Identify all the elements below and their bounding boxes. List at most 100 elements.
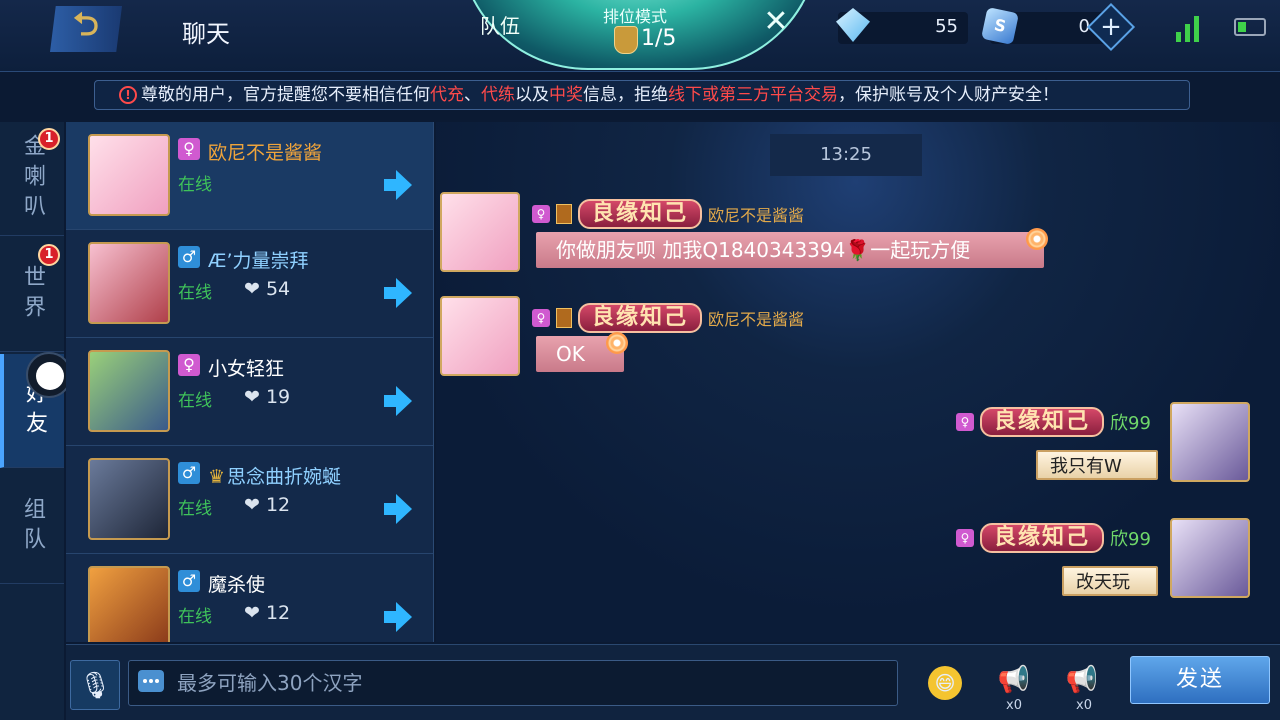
sender-name: 欧尼不是酱酱 xyxy=(708,310,805,329)
female-icon: ♀ xyxy=(532,309,550,327)
tab-team[interactable]: 组队 xyxy=(0,470,64,584)
online-status: 在线 xyxy=(178,283,212,303)
notice-highlight: 代充 xyxy=(430,85,464,105)
female-icon: ♀ xyxy=(532,205,550,223)
chat-bubble-icon xyxy=(138,670,164,692)
incoming-message[interactable]: 你做朋友呗 加我Q1840343394🌹一起玩方便 xyxy=(536,232,1044,268)
friend-list: ♀ 欧尼不是酱酱 在线 ♂ Æ’力量崇拜 在线 ❤ 54 ♀ 小女轻狂 在线 ❤… xyxy=(66,122,434,642)
notice-highlight: 线下或第三方平台交易 xyxy=(668,85,838,105)
send-button[interactable]: 发送 xyxy=(1130,656,1270,704)
intimacy-count: ❤ 12 xyxy=(244,602,291,624)
intimacy-count: ❤ 54 xyxy=(244,278,291,300)
swirl-icon xyxy=(1026,228,1048,250)
intimacy-count: ❤ 19 xyxy=(244,386,291,408)
title-badge: 良缘知己 xyxy=(578,303,703,333)
friend-name: 小女轻狂 xyxy=(208,358,285,380)
notice-text: 尊敬的用户，官方提醒您不要相信任何代充、代练以及中奖信息，拒绝线下或第三方平台交… xyxy=(141,81,1059,109)
avatar xyxy=(88,242,170,324)
avatar[interactable] xyxy=(440,192,520,272)
sender-name: 欣99 xyxy=(1110,413,1151,434)
diamond-value: 55 xyxy=(935,16,958,37)
notice-highlight: 代练 xyxy=(481,85,515,105)
gold-horn-count: x0 xyxy=(1006,698,1022,713)
outgoing-message[interactable]: 改天玩 xyxy=(1062,566,1158,596)
female-icon: ♀ xyxy=(956,413,974,431)
friend-row[interactable]: ♂ ♛ 思念曲折婉蜒 在线 ❤ 12 xyxy=(66,446,433,554)
unread-badge: 1 xyxy=(38,244,60,266)
avatar[interactable] xyxy=(440,296,520,376)
intimacy-count: ❤ 12 xyxy=(244,494,291,516)
friend-name: 魔杀使 xyxy=(208,574,266,596)
outgoing-message[interactable]: 我只有W xyxy=(1036,450,1158,480)
sender-name: 欣99 xyxy=(1110,529,1151,550)
avatar xyxy=(88,566,170,642)
notice-part: 以及 xyxy=(515,85,549,105)
notice-part: 尊敬的用户，官方提醒您不要相信任何 xyxy=(141,85,430,105)
notice-highlight: 中奖 xyxy=(549,85,583,105)
plus-icon[interactable]: + xyxy=(1094,10,1128,44)
male-icon: ♂ xyxy=(178,246,200,268)
silver-horn-count: x0 xyxy=(1076,698,1092,713)
security-notice: ! 尊敬的用户，官方提醒您不要相信任何代充、代练以及中奖信息，拒绝线下或第三方平… xyxy=(94,80,1190,110)
message-timestamp: 13:25 xyxy=(770,134,922,176)
warning-icon: ! xyxy=(119,86,137,104)
friend-row[interactable]: ♀ 小女轻狂 在线 ❤ 19 xyxy=(66,338,433,446)
arrow-right-icon[interactable] xyxy=(384,278,414,308)
mode-label: 排位模式 xyxy=(603,7,668,26)
voice-input-button[interactable]: 🎙 xyxy=(70,660,120,710)
arrow-right-icon[interactable] xyxy=(384,170,414,200)
sender-line: ♀ 良缘知己 欣99 xyxy=(956,523,1151,553)
title-badge: 良缘知己 xyxy=(578,199,703,229)
arrow-right-icon[interactable] xyxy=(384,494,414,524)
unread-badge: 1 xyxy=(38,128,60,150)
male-icon: ♂ xyxy=(178,570,200,592)
coupon-icon: S xyxy=(981,7,1019,45)
online-status: 在线 xyxy=(178,175,212,195)
arrow-right-icon[interactable] xyxy=(384,386,414,416)
sender-name: 欧尼不是酱酱 xyxy=(708,206,805,225)
silver-horn-icon[interactable]: 📢 xyxy=(1064,662,1100,698)
arrow-right-icon[interactable] xyxy=(384,602,414,632)
female-icon: ♀ xyxy=(956,529,974,547)
team-tab[interactable]: 队伍 xyxy=(480,10,520,39)
friend-row[interactable]: ♂ Æ’力量崇拜 在线 ❤ 54 xyxy=(66,230,433,338)
sender-line: ♀ 良缘知己 欣99 xyxy=(956,407,1151,437)
team-count: 1/5 xyxy=(641,26,677,51)
notice-part: 、 xyxy=(464,85,481,105)
rank-icon xyxy=(556,308,572,328)
tab-label: 组队 xyxy=(20,496,45,557)
friend-row[interactable]: ♀ 欧尼不是酱酱 在线 xyxy=(66,122,433,230)
title-badge: 良缘知己 xyxy=(980,407,1105,437)
friend-row[interactable]: ♂ 魔杀使 在线 ❤ 12 xyxy=(66,554,433,642)
message-input[interactable] xyxy=(128,660,898,706)
helmet-icon xyxy=(614,26,638,54)
channel-tabs: 金喇叭 世界 好友 组队 xyxy=(0,122,64,720)
avatar[interactable] xyxy=(1170,518,1250,598)
avatar[interactable] xyxy=(1170,402,1250,482)
friend-name: Æ’力量崇拜 xyxy=(208,250,309,272)
female-icon: ♀ xyxy=(178,138,200,160)
avatar xyxy=(88,350,170,432)
close-icon[interactable]: ✕ xyxy=(758,4,794,39)
battery-icon xyxy=(1234,18,1266,36)
emoji-button[interactable]: 😄 xyxy=(928,666,962,700)
sender-line: ♀ 良缘知己 欧尼不是酱酱 xyxy=(532,199,805,229)
swirl-icon xyxy=(606,332,628,354)
online-status: 在线 xyxy=(178,391,212,411)
microphone-icon: 🎙 xyxy=(78,671,112,701)
online-status: 在线 xyxy=(178,607,212,627)
gold-horn-icon[interactable]: 📢 xyxy=(996,662,1032,698)
online-status: 在线 xyxy=(178,499,212,519)
notice-part: 信息，拒绝 xyxy=(583,85,668,105)
back-button[interactable]: ⮌ xyxy=(50,6,122,52)
back-arrow-icon: ⮌ xyxy=(73,5,99,43)
female-icon: ♀ xyxy=(178,354,200,376)
title-badge: 良缘知己 xyxy=(980,523,1105,553)
crown-icon: ♛ xyxy=(208,466,226,488)
notice-part: ，保护账号及个人财产安全！ xyxy=(838,85,1059,105)
tab-label: 世界 xyxy=(20,264,45,325)
avatar xyxy=(88,134,170,216)
rank-icon xyxy=(556,204,572,224)
friend-name: ♛ 思念曲折婉蜒 xyxy=(208,462,341,489)
friend-name: 欧尼不是酱酱 xyxy=(208,142,323,164)
